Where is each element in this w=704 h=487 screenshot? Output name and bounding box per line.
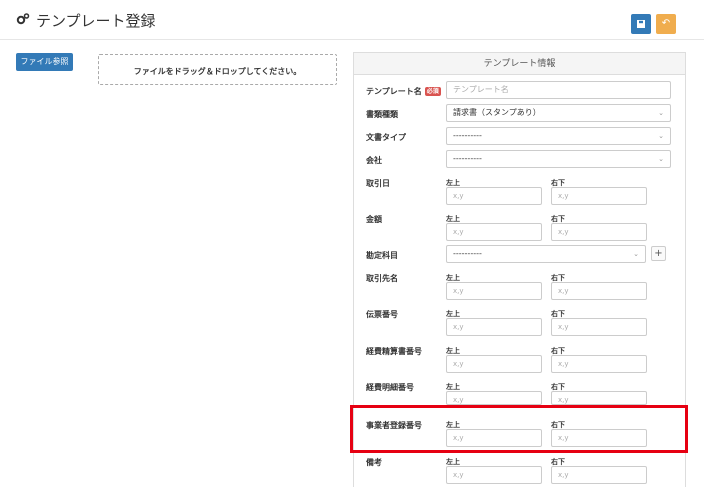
top-left-input[interactable]: x,y (446, 282, 542, 300)
chevron-down-icon: ⌄ (658, 132, 664, 140)
top-left-input[interactable]: x,y (446, 187, 542, 205)
account-select[interactable]: ---------- ⌄ (446, 245, 646, 263)
page-title: テンプレート登録 (36, 12, 156, 30)
doc-kind-label: 書類種類 (366, 110, 398, 119)
chevron-down-icon: ⌄ (658, 109, 664, 117)
coord-field-label: 取引先名 (366, 274, 398, 283)
coord-field-label: 経費精算書番号 (366, 347, 422, 356)
file-browse-button[interactable]: ファイル参照 (16, 53, 73, 71)
top-left-input[interactable]: x,y (446, 355, 542, 373)
account-label: 勘定科目 (366, 251, 398, 260)
add-account-button[interactable]: + (651, 246, 666, 261)
chevron-down-icon: ⌄ (658, 155, 664, 163)
coord-field-label: 備考 (366, 458, 382, 467)
top-left-input[interactable]: x,y (446, 466, 542, 484)
floppy-icon (637, 20, 645, 28)
bottom-right-input[interactable]: x,y (551, 282, 647, 300)
panel-title: テンプレート情報 (354, 53, 685, 75)
coord-field-label: 伝票番号 (366, 310, 398, 319)
page-header: テンプレート登録 ↶ (0, 0, 704, 40)
bottom-right-input[interactable]: x,y (551, 223, 647, 241)
file-dropzone[interactable]: ファイルをドラッグ＆ドロップしてください。 (98, 54, 337, 85)
top-left-input[interactable]: x,y (446, 391, 542, 405)
required-badge: 必須 (424, 87, 441, 96)
top-left-input[interactable]: x,y (446, 318, 542, 336)
gear-icon (16, 13, 30, 25)
coord-field-label: 経費明細番号 (366, 383, 414, 392)
save-button[interactable] (631, 14, 651, 34)
chevron-down-icon: ⌄ (633, 250, 639, 258)
company-select[interactable]: ---------- ⌄ (446, 150, 671, 168)
dropzone-text: ファイルをドラッグ＆ドロップしてください。 (133, 67, 302, 76)
top-left-input[interactable]: x,y (446, 223, 542, 241)
bottom-right-input[interactable]: x,y (551, 391, 647, 405)
bottom-right-input[interactable]: x,y (551, 318, 647, 336)
doc-kind-select[interactable]: 請求書（スタンプあり） ⌄ (446, 104, 671, 122)
bottom-right-input[interactable]: x,y (551, 466, 647, 484)
company-label: 会社 (366, 156, 382, 165)
template-name-input[interactable]: テンプレート名 (446, 81, 671, 99)
doc-type-label: 文書タイプ (366, 133, 406, 142)
coord-field-label: 取引日 (366, 179, 390, 188)
undo-icon: ↶ (661, 18, 671, 29)
bottom-right-input[interactable]: x,y (551, 355, 647, 373)
template-name-label: テンプレート名 必須 (366, 87, 441, 96)
bottom-right-input[interactable]: x,y (551, 187, 647, 205)
highlight-box (350, 405, 688, 453)
doc-type-select[interactable]: ---------- ⌄ (446, 127, 671, 145)
back-button[interactable]: ↶ (656, 14, 676, 34)
coord-field-label: 金額 (366, 215, 382, 224)
